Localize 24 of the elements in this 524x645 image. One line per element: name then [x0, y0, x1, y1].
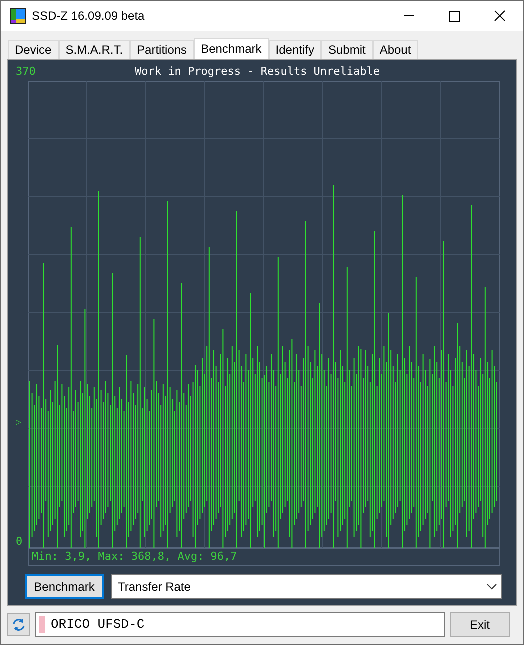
drive-field[interactable]: ORICO UFSD-C	[35, 612, 445, 637]
chevron-down-icon	[487, 584, 497, 590]
maximize-icon[interactable]	[449, 10, 460, 22]
tab[interactable]: Partitions	[130, 40, 194, 59]
graph-stats: Min: 3,9, Max: 368,8, Avg: 96,7	[32, 548, 238, 565]
refresh-button[interactable]	[7, 613, 30, 636]
tab[interactable]: About	[372, 40, 418, 59]
axis-label: 370	[16, 64, 36, 80]
tab[interactable]: S.M.A.R.T.	[58, 40, 130, 59]
graph-title: Work in Progress - Results Unreliable	[135, 64, 380, 80]
window-title: SSD-Z 16.09.09 beta	[32, 8, 145, 25]
close-icon[interactable]	[494, 10, 506, 22]
exit-button[interactable]: Exit	[450, 612, 510, 637]
status-indicator	[39, 616, 45, 633]
refresh-icon	[12, 618, 26, 632]
tab[interactable]: Device	[8, 40, 59, 59]
tab[interactable]: Benchmark	[194, 38, 269, 59]
axis-label: 0	[16, 534, 23, 550]
average-marker: ▷	[16, 417, 22, 430]
tab[interactable]: Submit	[321, 40, 373, 59]
app-logo-icon	[10, 8, 26, 24]
test-type-dropdown[interactable]: Transfer Rate	[111, 574, 502, 599]
benchmark-button[interactable]: Benchmark	[25, 574, 104, 599]
tab[interactable]: Identify	[268, 40, 322, 59]
